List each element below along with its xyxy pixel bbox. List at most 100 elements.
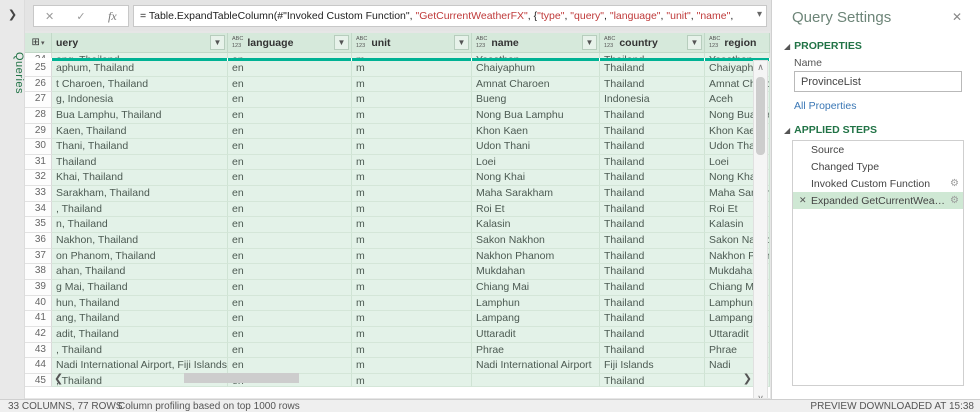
scroll-right-icon[interactable]: ❯ (743, 372, 752, 385)
table-cell[interactable]: Amnat Charoen (472, 76, 600, 93)
table-cell[interactable]: Thailand (600, 123, 705, 140)
row-number[interactable]: 42 (25, 326, 52, 343)
table-cell[interactable]: ang, Thailand (52, 311, 228, 327)
table-cell[interactable]: en (228, 248, 352, 265)
fx-icon[interactable]: fx (97, 9, 128, 24)
table-row[interactable]: 26 t Charoen, Thailand en m Amnat Charoen Tha… (25, 76, 770, 93)
row-number[interactable]: 30 (25, 139, 52, 155)
table-row[interactable]: 38 ahan, Thailand en m Mukdahan Thailand Mukda… (25, 264, 770, 280)
accept-formula-icon[interactable]: ✓ (65, 10, 96, 23)
applied-step-expanded-getcurrentweather-[interactable]: ✕ Expanded GetCurrentWeather... ⚙ (793, 192, 963, 209)
table-cell[interactable]: , Thailand (52, 342, 228, 359)
table-cell[interactable]: Thani, Thailand (52, 139, 228, 155)
table-cell[interactable]: en (228, 186, 352, 202)
table-cell[interactable]: on Phanom, Thailand (52, 248, 228, 265)
table-cell[interactable]: m (352, 295, 472, 312)
table-cell[interactable]: Uttaradit (472, 326, 600, 343)
table-row[interactable]: 41 ang, Thailand en m Lampang Thailand Lampang (25, 311, 770, 327)
table-cell[interactable]: Thailand (600, 61, 705, 77)
scroll-left-icon[interactable]: ❮ (54, 372, 63, 385)
row-number[interactable]: 26 (25, 76, 52, 93)
table-cell[interactable]: m (352, 170, 472, 187)
table-cell[interactable]: Lampang (472, 311, 600, 327)
table-cell[interactable]: m (352, 61, 472, 77)
table-cell[interactable]: hun, Thailand (52, 295, 228, 312)
column-header-uery[interactable]: uery ▼ (52, 33, 228, 53)
row-number[interactable]: 27 (25, 92, 52, 108)
formula-input[interactable]: = Table.ExpandTableColumn(#"Invoked Cust… (133, 5, 767, 27)
row-number[interactable]: 37 (25, 248, 52, 265)
table-cell[interactable]: en (228, 139, 352, 155)
table-cell[interactable]: Nong Bua Lamphu (472, 107, 600, 124)
table-row[interactable]: 37 on Phanom, Thailand en m Nakhon Phanom Tha… (25, 248, 770, 265)
table-row[interactable]: 39 g Mai, Thailand en m Chiang Mai Thailand Ch… (25, 279, 770, 296)
applied-step-changed-type[interactable]: ✕Changed Type (793, 158, 963, 175)
row-number[interactable]: 34 (25, 201, 52, 218)
applied-steps-section-header[interactable]: ◢ APPLIED STEPS (784, 124, 877, 136)
table-cell[interactable]: Phrae (472, 342, 600, 359)
table-cell[interactable]: m (352, 217, 472, 234)
table-cell[interactable]: en (228, 326, 352, 343)
table-cell[interactable]: en (228, 342, 352, 359)
column-header-unit[interactable]: ABC 123 unit ▼ (352, 33, 472, 53)
table-cell[interactable]: en (228, 233, 352, 249)
table-cell[interactable]: en (228, 264, 352, 280)
row-number[interactable]: 33 (25, 186, 52, 202)
table-cell[interactable]: Mukdahan (472, 264, 600, 280)
horizontal-scrollbar-thumb[interactable] (184, 373, 299, 383)
table-cell[interactable]: m (352, 154, 472, 171)
table-cell[interactable]: Thailand (600, 186, 705, 202)
table-cell[interactable]: Thailand (600, 326, 705, 343)
gear-icon[interactable]: ⚙ (950, 178, 959, 189)
table-cell[interactable]: en (228, 123, 352, 140)
column-header-language[interactable]: ABC 123 language ▼ (228, 33, 352, 53)
select-all-corner-button[interactable]: ⊞ ▾ (25, 33, 52, 53)
filter-dropdown-icon[interactable]: ▼ (210, 35, 225, 50)
table-cell[interactable]: Kaen, Thailand (52, 123, 228, 140)
scroll-down-icon[interactable]: ∨ (754, 393, 767, 398)
row-number[interactable]: 29 (25, 123, 52, 140)
gear-icon[interactable]: ⚙ (950, 195, 959, 206)
row-number[interactable]: 36 (25, 233, 52, 249)
table-cell[interactable]: m (352, 139, 472, 155)
table-cell[interactable]: m (352, 92, 472, 108)
row-number[interactable]: 35 (25, 217, 52, 234)
column-header-region[interactable]: ABC 123 region (705, 33, 770, 53)
table-cell[interactable]: m (352, 186, 472, 202)
table-cell[interactable]: g Mai, Thailand (52, 279, 228, 296)
table-cell[interactable]: en (228, 201, 352, 218)
table-cell[interactable]: m (352, 279, 472, 296)
table-cell[interactable]: Thailand (600, 154, 705, 171)
row-number[interactable]: 28 (25, 107, 52, 124)
table-cell[interactable]: Thailand (600, 295, 705, 312)
table-row[interactable]: 32 Khai, Thailand en m Nong Khai Thailand Nong… (25, 170, 770, 187)
table-cell[interactable]: en (228, 76, 352, 93)
table-cell[interactable]: m (352, 311, 472, 327)
table-cell[interactable]: Thailand (600, 233, 705, 249)
table-cell[interactable]: Nakhon, Thailand (52, 233, 228, 249)
filter-dropdown-icon[interactable]: ▼ (334, 35, 349, 50)
vertical-scrollbar-thumb[interactable] (756, 77, 765, 155)
scroll-up-icon[interactable]: ∧ (754, 62, 767, 73)
expand-queries-pane-icon[interactable]: ❯ (0, 8, 25, 21)
table-cell[interactable]: en (228, 279, 352, 296)
row-number[interactable]: 39 (25, 279, 52, 296)
table-cell[interactable]: Thailand (600, 311, 705, 327)
table-row[interactable]: 25 aphum, Thailand en m Chaiyaphum Thailand Ch… (25, 61, 770, 77)
table-cell[interactable]: n, Thailand (52, 217, 228, 234)
table-cell[interactable]: en (228, 295, 352, 312)
table-cell[interactable]: en (228, 154, 352, 171)
applied-step-source[interactable]: ✕Source (793, 141, 963, 158)
applied-step-invoked-custom-function[interactable]: ✕Invoked Custom Function⚙ (793, 175, 963, 192)
table-row[interactable]: 30 Thani, Thailand en m Udon Thani Thailand Ud… (25, 139, 770, 155)
table-cell[interactable]: Thailand (600, 170, 705, 187)
table-cell[interactable]: Indonesia (600, 92, 705, 108)
table-cell[interactable]: , Thailand (52, 201, 228, 218)
table-cell[interactable]: Bua Lamphu, Thailand (52, 107, 228, 124)
row-number[interactable]: 41 (25, 311, 52, 327)
table-row[interactable]: 27 g, Indonesia en m Bueng Indonesia Aceh (25, 92, 770, 108)
table-row[interactable]: 36 Nakhon, Thailand en m Sakon Nakhon Thailan… (25, 233, 770, 249)
table-row[interactable]: 35 n, Thailand en m Kalasin Thailand Kalasin (25, 217, 770, 234)
filter-dropdown-icon[interactable]: ▼ (687, 35, 702, 50)
table-cell[interactable]: Sarakham, Thailand (52, 186, 228, 202)
